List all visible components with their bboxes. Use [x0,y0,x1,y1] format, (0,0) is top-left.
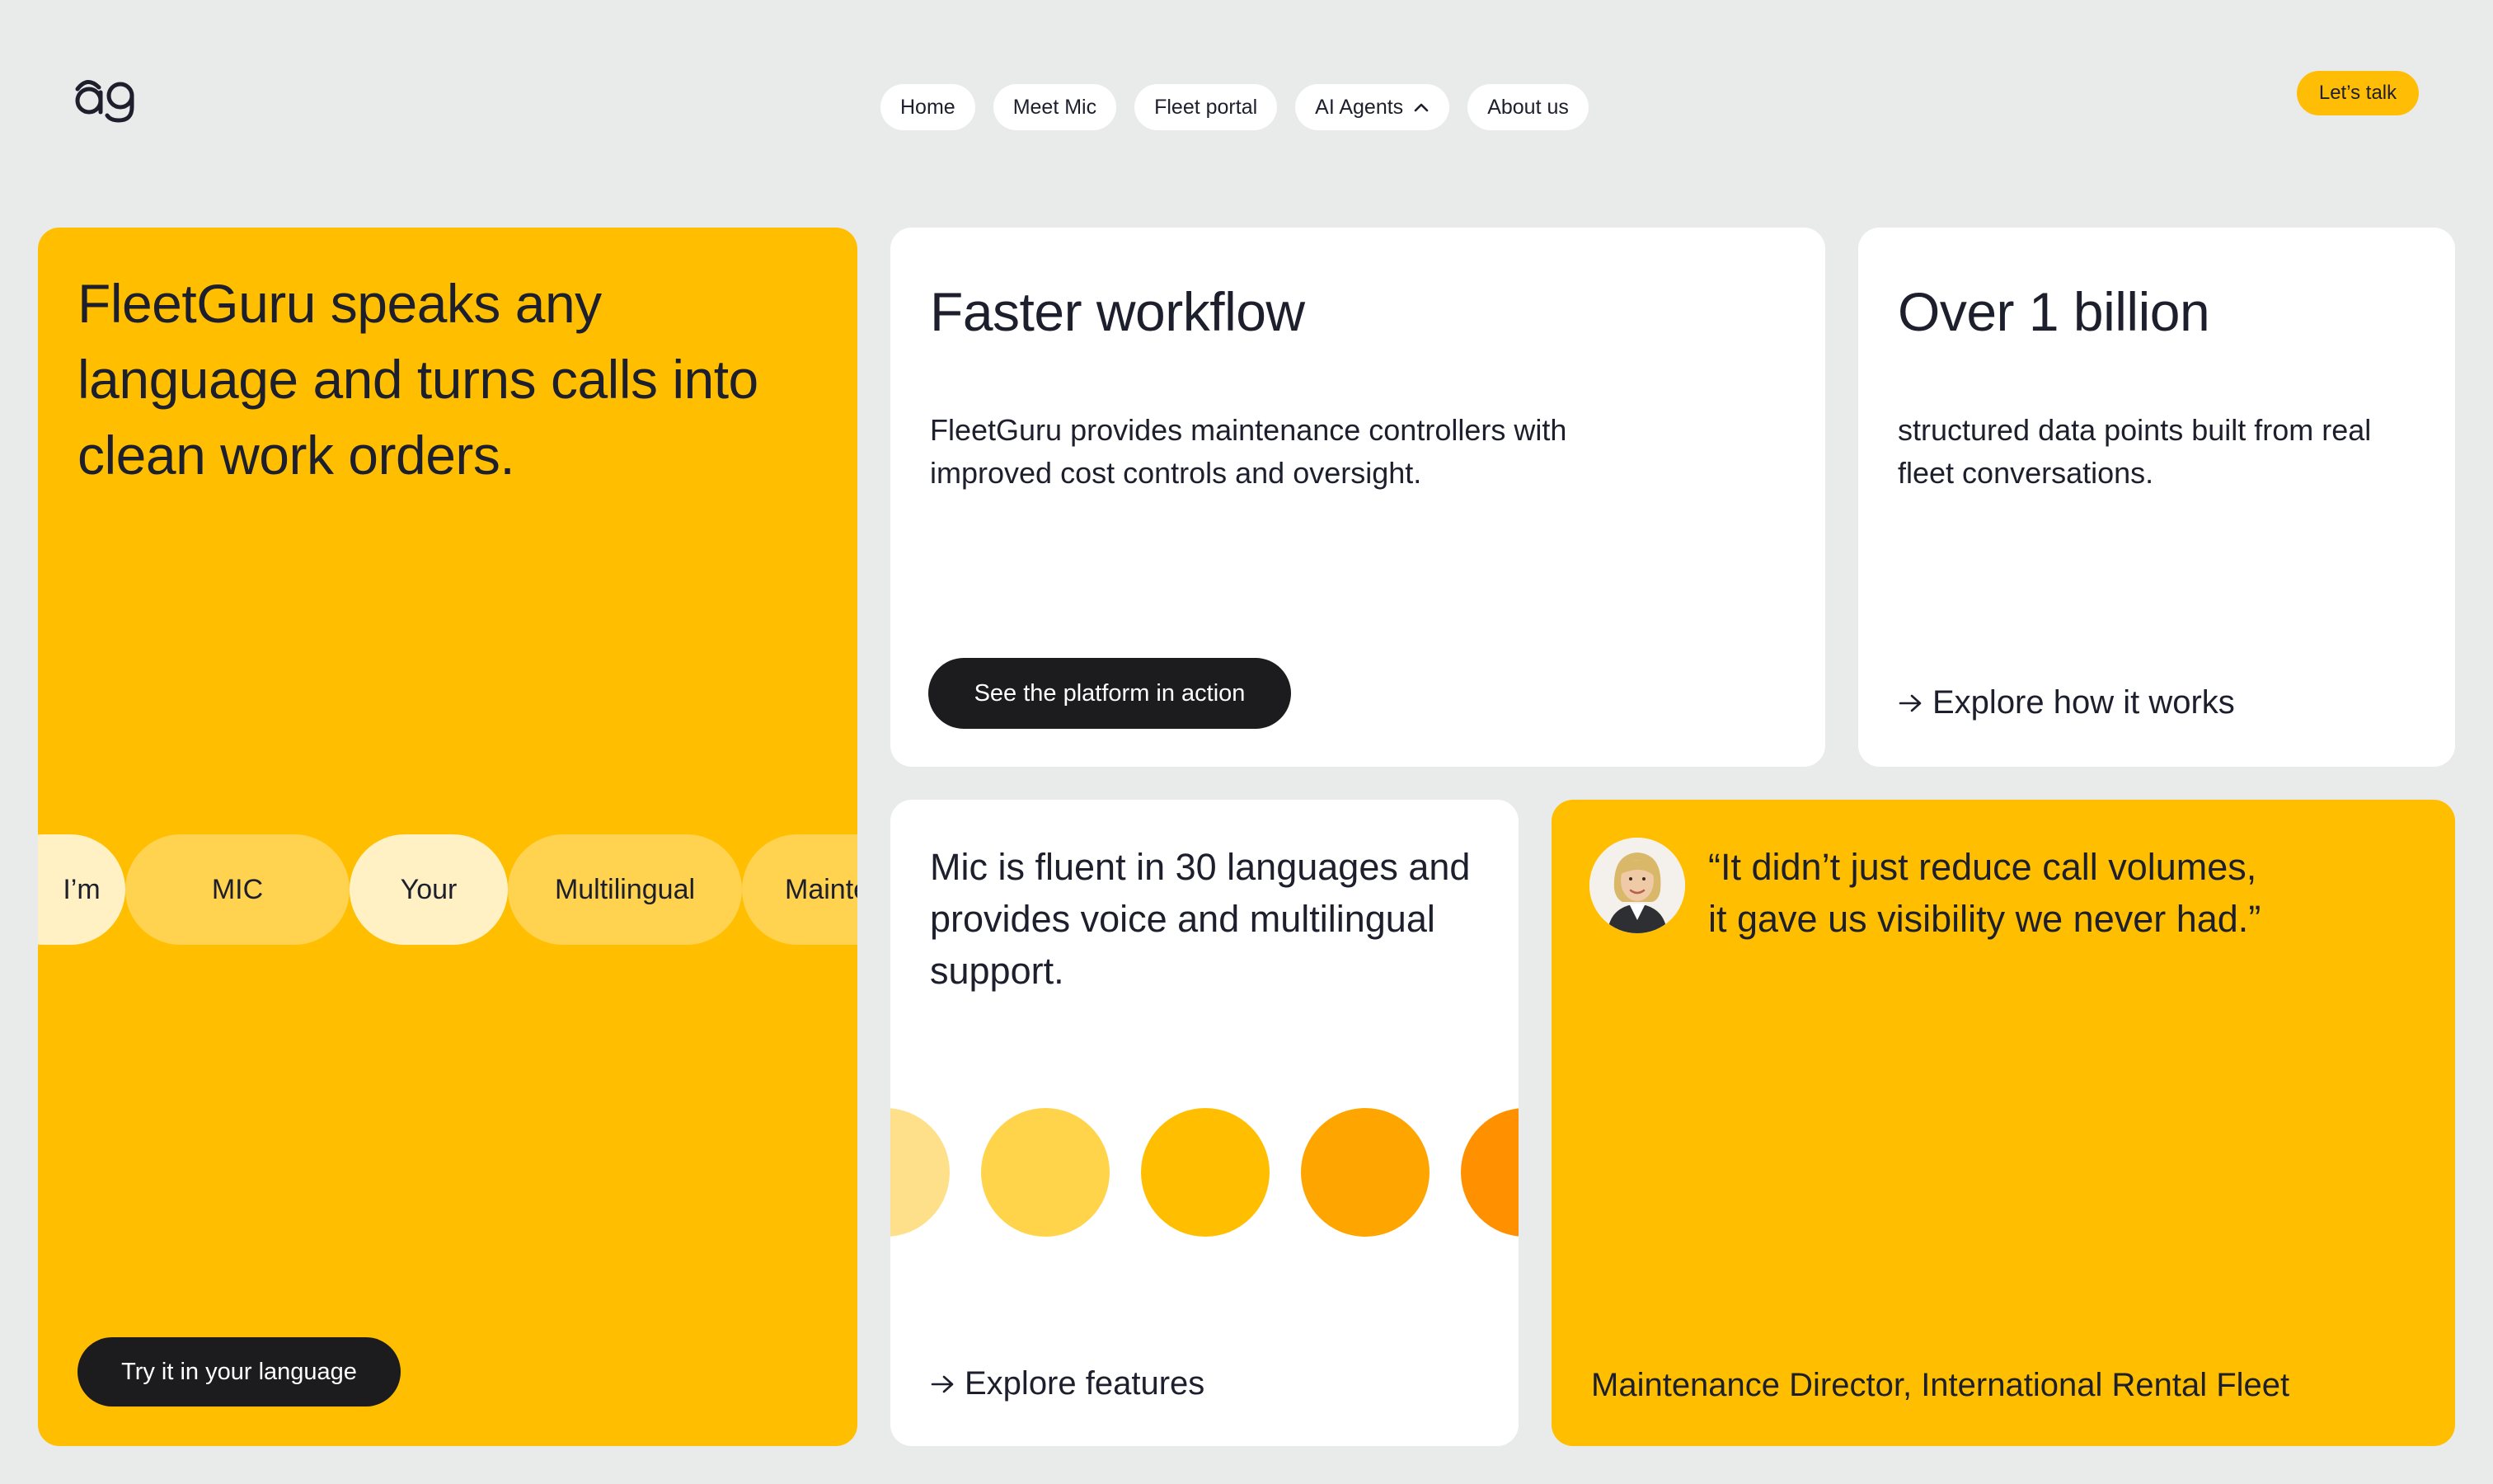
chevron-up-icon [1414,103,1429,112]
language-chip-label: I’m [63,873,101,905]
decorative-dot [1141,1108,1270,1237]
lets-talk-label: Let’s talk [2318,82,2397,104]
explore-features-label: Explore features [965,1365,1205,1402]
language-chip: I’m [38,834,125,945]
decorative-dot [981,1108,1110,1237]
testimonial-quote-line: “It didn’t just reduce call volumes, [1708,846,2257,888]
nav-fleet-portal-label: Fleet portal [1154,95,1258,119]
brand-logo[interactable] [73,71,138,124]
language-chip-label: MIC [211,873,264,905]
main-nav: Home Meet Mic Fleet portal AI Agents Abo… [880,84,1589,130]
nav-about-us-label: About us [1487,95,1569,119]
try-language-label: Try it in your language [121,1358,357,1385]
workflow-title: Faster workflow [930,281,1305,342]
explore-how-it-works-link[interactable]: Explore how it works [1898,684,2235,721]
explore-how-it-works-label: Explore how it works [1932,684,2235,721]
workflow-description: FleetGuru provides maintenance controlle… [930,413,1567,490]
testimonial-card: “It didn’t just reduce call volumes, it … [1552,800,2455,1446]
see-platform-label: See the platform in action [974,679,1246,707]
arrow-right-icon [1899,694,1922,711]
see-platform-button[interactable]: See the platform in action [928,658,1291,729]
decorative-dot [890,1108,950,1237]
testimonial-attribution: Maintenance Director, International Rent… [1591,1367,2290,1403]
explore-features-link[interactable]: Explore features [930,1365,1204,1402]
logo-mark-icon [75,80,134,123]
nav-fleet-portal[interactable]: Fleet portal [1134,84,1278,130]
hero-card: FleetGuru speaks any language and turns … [38,228,857,1446]
languages-description: Mic is fluent in 30 languages and provid… [930,846,1471,992]
person-avatar-icon [1589,838,1685,933]
language-chip-row: I’m MIC Your Multilingual Mainte [38,834,857,945]
stats-description: structured data points built from real f… [1898,413,2372,490]
decorative-dot [1301,1108,1430,1237]
languages-card: Mic is fluent in 30 languages and provid… [890,800,1519,1446]
avatar [1589,838,1685,933]
workflow-card: Faster workflow FleetGuru provides maint… [890,228,1825,767]
arrow-right-icon [931,1375,954,1392]
nav-about-us[interactable]: About us [1467,84,1589,130]
nav-ai-agents-label: AI Agents [1315,95,1404,119]
language-chip: Your [350,834,508,945]
nav-meet-mic-label: Meet Mic [1012,95,1097,119]
color-dots-row [890,1108,1519,1237]
language-chip-label: Your [400,873,458,905]
language-chip-label: Multilingual [554,873,696,905]
testimonial-quote-line: it gave us visibility we never had.” [1708,898,2261,940]
try-language-button[interactable]: Try it in your language [77,1337,401,1407]
nav-meet-mic[interactable]: Meet Mic [993,84,1117,130]
language-chip: Multilingual [508,834,742,945]
language-chip: MIC [125,834,350,945]
nav-home-label: Home [900,95,955,119]
stats-title: Over 1 billion [1898,281,2210,342]
nav-ai-agents[interactable]: AI Agents [1295,84,1450,130]
lets-talk-button[interactable]: Let’s talk [2297,71,2419,115]
language-chip-label: Mainte [785,873,857,905]
decorative-dot [1461,1108,1519,1237]
testimonial-quote: “It didn’t just reduce call volumes, it … [1708,841,2384,945]
stats-card: Over 1 billion structured data points bu… [1858,228,2455,767]
nav-home[interactable]: Home [880,84,975,130]
language-chip: Mainte [742,834,857,945]
hero-headline: FleetGuru speaks any language and turns … [77,273,758,486]
